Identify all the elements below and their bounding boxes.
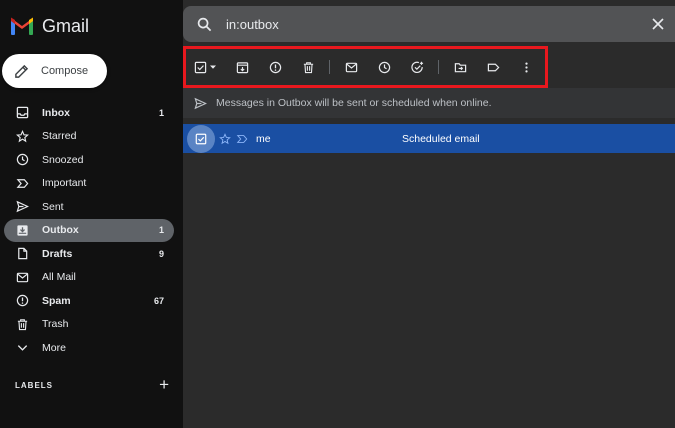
sidebar-item-label: Drafts — [42, 247, 73, 260]
sidebar: Gmail Compose Inbox 1 Starred Snoozed Im… — [0, 0, 183, 428]
add-label-button[interactable]: + — [159, 376, 170, 393]
labels-header: LABELS + — [15, 376, 170, 393]
sidebar-item-sent[interactable]: Sent — [4, 195, 174, 219]
sidebar-item-outbox[interactable]: Outbox 1 — [4, 218, 174, 242]
compose-button[interactable]: Compose — [2, 54, 107, 88]
unread-count: 1 — [158, 225, 164, 236]
sidebar-item-label: Outbox — [42, 224, 79, 237]
message-subject: Scheduled email — [402, 132, 480, 145]
sidebar-item-label: Starred — [42, 130, 77, 143]
important-icon — [16, 178, 28, 188]
unread-count: 9 — [158, 248, 164, 259]
important-icon[interactable] — [236, 133, 248, 145]
gmail-wordmark: Gmail — [42, 15, 90, 36]
search-icon[interactable] — [197, 17, 212, 32]
sidebar-item-label: Sent — [42, 200, 64, 213]
unread-count: 1 — [158, 107, 164, 118]
table-row[interactable]: me Scheduled email — [183, 124, 675, 153]
close-icon[interactable] — [651, 17, 665, 31]
sidebar-item-label: Spam — [42, 294, 71, 307]
sidebar-item-label: More — [42, 341, 66, 354]
sidebar-item-label: Trash — [42, 318, 69, 331]
sidebar-item-trash[interactable]: Trash — [4, 313, 174, 337]
sender-name: me — [256, 132, 271, 145]
sidebar-item-starred[interactable]: Starred — [4, 125, 174, 149]
sidebar-item-drafts[interactable]: Drafts 9 — [4, 242, 174, 266]
star-icon[interactable] — [219, 132, 231, 145]
draft-icon — [17, 248, 27, 260]
sidebar-nav: Inbox 1 Starred Snoozed Important Sent O… — [4, 101, 174, 360]
sidebar-item-label: Inbox — [42, 106, 70, 119]
search-input[interactable] — [226, 16, 606, 32]
chevron-down-icon — [17, 345, 27, 351]
sidebar-item-label: Snoozed — [42, 153, 84, 166]
gmail-logo[interactable]: Gmail — [10, 13, 89, 39]
unread-count: 67 — [153, 295, 164, 306]
spam-icon — [16, 295, 28, 307]
search-bar — [183, 6, 675, 42]
labels-heading: LABELS — [15, 380, 53, 390]
inbox-icon — [16, 106, 28, 119]
info-text: Messages in Outbox will be sent or sched… — [216, 97, 492, 109]
clock-icon — [16, 154, 28, 166]
outbox-info-banner: Messages in Outbox will be sent or sched… — [183, 88, 675, 118]
trash-icon — [17, 319, 27, 330]
row-checkbox[interactable] — [187, 124, 215, 153]
sidebar-item-snoozed[interactable]: Snoozed — [4, 148, 174, 172]
send-icon — [194, 97, 207, 109]
mail-icon — [16, 272, 28, 283]
sidebar-item-label: Important — [42, 177, 87, 190]
star-icon — [15, 129, 29, 143]
sidebar-item-more[interactable]: More — [4, 336, 174, 360]
checkbox-checked-icon — [195, 133, 207, 144]
toolbar-highlight-box — [183, 46, 548, 88]
main-panel: Messages in Outbox will be sent or sched… — [183, 0, 675, 428]
sidebar-item-spam[interactable]: Spam 67 — [4, 289, 174, 313]
pencil-icon — [15, 64, 29, 78]
sidebar-item-all-mail[interactable]: All Mail — [4, 266, 174, 290]
compose-label: Compose — [41, 65, 89, 77]
send-icon — [15, 201, 29, 213]
sidebar-item-label: All Mail — [42, 271, 76, 284]
outbox-icon — [16, 225, 28, 236]
sidebar-item-inbox[interactable]: Inbox 1 — [4, 101, 174, 125]
gmail-m-icon — [11, 17, 33, 35]
sidebar-item-important[interactable]: Important — [4, 172, 174, 196]
